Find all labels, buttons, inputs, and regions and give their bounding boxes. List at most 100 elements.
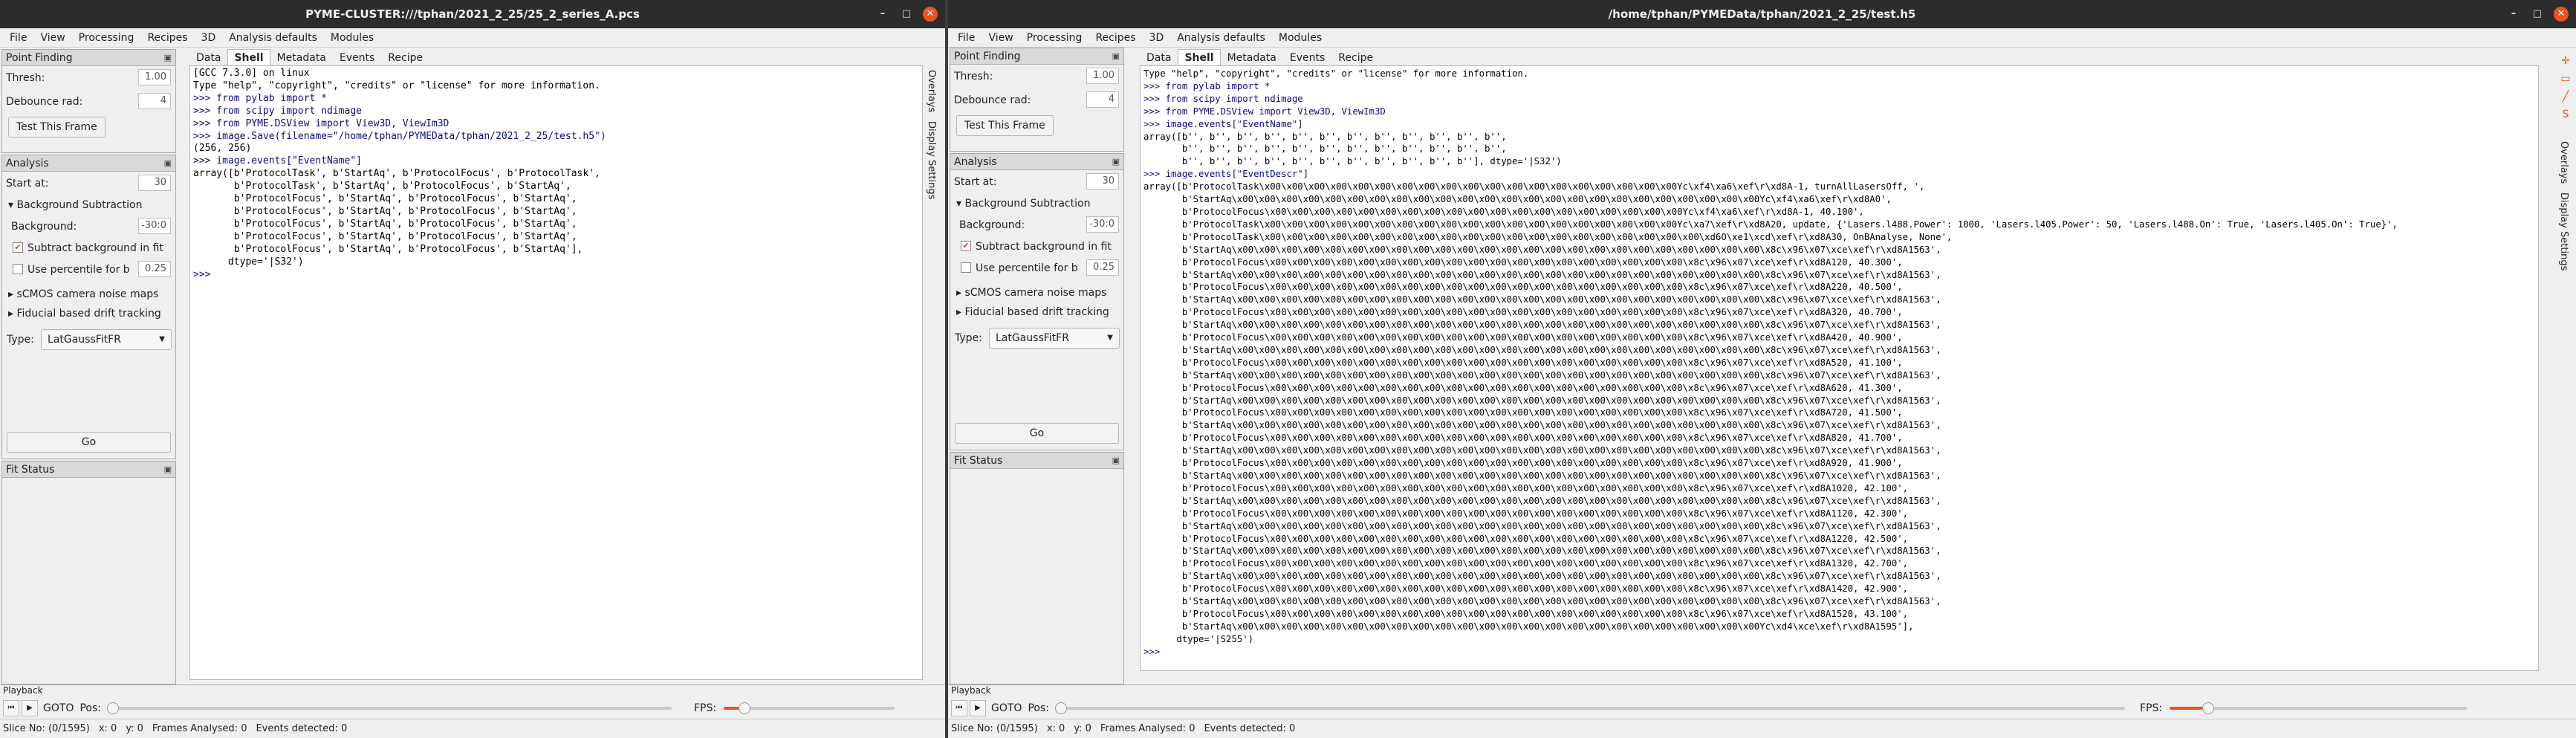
tab-metadata[interactable]: Metadata (270, 49, 333, 65)
subtract-bg-checkbox[interactable]: ✔ (961, 241, 971, 251)
start-input[interactable]: 30 (1086, 173, 1119, 190)
line-tool-icon[interactable]: ╱ (2557, 91, 2575, 109)
pin-icon[interactable]: ▣ (1112, 48, 1120, 65)
slider-handle[interactable] (2202, 702, 2215, 714)
tab-shell[interactable]: Shell (1178, 49, 1221, 65)
goto-button[interactable]: GOTO (991, 702, 1022, 714)
fit-status-panel: Fit Status ▣ (1, 461, 176, 684)
tab-data[interactable]: Data (1140, 49, 1178, 65)
tab-data[interactable]: Data (189, 49, 227, 65)
side-tabs: Overlays Display Settings (926, 65, 942, 204)
goto-button[interactable]: GOTO (43, 702, 74, 714)
menu-processing[interactable]: Processing (72, 32, 141, 44)
tab-overlays[interactable]: Overlays (926, 65, 937, 117)
window-title-bar[interactable]: PYME-CLUSTER:///tphan/2021_2_25/25_2_ser… (0, 0, 945, 28)
shell-line: array([b'ProtocolTask\x00\x00\x00\x00\x0… (1143, 181, 1925, 192)
scmos-toggle[interactable]: ▸ sCMOS camera noise maps (2, 285, 175, 304)
crosshair-icon[interactable]: ✛ (2557, 55, 2575, 73)
fit-type-select[interactable]: LatGaussFitFR ▼ (989, 328, 1120, 349)
tab-display-settings[interactable]: Display Settings (2558, 188, 2569, 275)
debounce-input[interactable]: 4 (138, 93, 171, 109)
play-icon[interactable]: ▶ (22, 700, 38, 716)
playback-panel: Playback ⏮ ▶ GOTO Pos: FPS: (948, 684, 2576, 719)
minimize-icon[interactable]: – (2506, 7, 2521, 22)
menu-analysis-defaults[interactable]: Analysis defaults (222, 32, 324, 44)
python-shell[interactable]: [GCC 7.3.0] on linux Type "help", "copyri… (189, 65, 923, 680)
percentile-input[interactable]: 0.25 (138, 261, 171, 277)
python-shell[interactable]: Type "help", "copyright", "credits" or "… (1140, 65, 2539, 671)
pin-icon[interactable]: ▣ (164, 155, 172, 172)
minimize-icon[interactable]: – (875, 7, 890, 22)
tab-overlays[interactable]: Overlays (2558, 137, 2569, 188)
slider-handle[interactable] (739, 702, 751, 714)
maximize-icon[interactable]: □ (2530, 7, 2545, 22)
bg-subtraction-toggle[interactable]: ▾ Background Subtraction (2, 195, 175, 215)
pin-icon[interactable]: ▣ (164, 462, 172, 478)
shell-line: b'ProtocolFocus', b'StartAq', b'Protocol… (193, 230, 577, 242)
menu-file[interactable]: File (3, 32, 33, 44)
shell-line: [GCC 7.3.0] on linux (193, 68, 310, 79)
shell-line: b'StartAq\x00\x00\x00\x00\x00\x00\x00\x0… (1143, 596, 1941, 607)
slice-status: Slice No: (0/1595) (951, 723, 1038, 734)
window-title-bar[interactable]: /home/tphan/PYMEData/tphan/2021_2_25/tes… (948, 0, 2576, 28)
tab-events[interactable]: Events (1283, 49, 1331, 65)
select-rect-icon[interactable]: ▭ (2557, 73, 2575, 91)
thresh-input[interactable]: 1.00 (138, 69, 171, 85)
menu-processing[interactable]: Processing (1020, 32, 1089, 44)
bg-subtraction-toggle[interactable]: ▾ Background Subtraction (950, 194, 1123, 213)
curve-tool-icon[interactable]: S (2557, 109, 2575, 126)
menu-3d[interactable]: 3D (1143, 32, 1171, 44)
menu-modules[interactable]: Modules (1272, 32, 1328, 44)
background-input[interactable]: -30:0 (1086, 216, 1119, 233)
fiducial-toggle[interactable]: ▸ Fiducial based drift tracking (950, 302, 1123, 322)
menu-file[interactable]: File (951, 32, 982, 44)
fps-slider[interactable] (724, 702, 895, 714)
tab-recipe[interactable]: Recipe (1331, 49, 1380, 65)
test-frame-button[interactable]: Test This Frame (956, 115, 1054, 136)
position-slider[interactable] (106, 702, 672, 714)
shell-line: b'ProtocolFocus', b'StartAq', b'Protocol… (193, 193, 577, 205)
shell-line: >>> from PYME.DSView import View3D, View… (1143, 106, 1386, 117)
pin-icon[interactable]: ▣ (1112, 154, 1120, 170)
skip-back-icon[interactable]: ⏮ (951, 700, 967, 716)
play-icon[interactable]: ▶ (970, 700, 986, 716)
menu-analysis-defaults[interactable]: Analysis defaults (1170, 32, 1272, 44)
thresh-input[interactable]: 1.00 (1086, 68, 1119, 84)
fiducial-toggle[interactable]: ▸ Fiducial based drift tracking (2, 304, 175, 323)
menu-view[interactable]: View (33, 32, 71, 44)
tab-metadata[interactable]: Metadata (1221, 49, 1283, 65)
menu-recipes[interactable]: Recipes (1089, 32, 1142, 44)
pin-icon[interactable]: ▣ (164, 50, 172, 66)
slider-handle[interactable] (1054, 702, 1067, 714)
menu-recipes[interactable]: Recipes (140, 32, 194, 44)
close-icon[interactable]: ✕ (923, 7, 938, 22)
skip-back-icon[interactable]: ⏮ (3, 700, 19, 716)
shell-line: b'', b'', b'', b'', b'', b'', b'', b'', … (1143, 143, 1507, 155)
slider-handle[interactable] (106, 702, 119, 714)
position-slider[interactable] (1054, 702, 2125, 714)
percentile-checkbox[interactable] (961, 262, 971, 273)
pin-icon[interactable]: ▣ (1112, 453, 1120, 469)
tab-events[interactable]: Events (333, 49, 381, 65)
go-button[interactable]: Go (7, 432, 171, 453)
tab-recipe[interactable]: Recipe (381, 49, 429, 65)
shell-line: >>> (1143, 646, 1161, 657)
menu-3d[interactable]: 3D (195, 32, 223, 44)
percentile-input[interactable]: 0.25 (1086, 259, 1119, 276)
tab-display-settings[interactable]: Display Settings (926, 117, 937, 204)
debounce-input[interactable]: 4 (1086, 91, 1119, 108)
close-icon[interactable]: ✕ (2554, 7, 2569, 22)
menu-modules[interactable]: Modules (324, 32, 380, 44)
menu-view[interactable]: View (982, 32, 1019, 44)
tab-shell[interactable]: Shell (227, 49, 270, 65)
background-input[interactable]: -30:0 (138, 218, 171, 234)
maximize-icon[interactable]: □ (899, 7, 914, 22)
subtract-bg-checkbox[interactable]: ✔ (13, 242, 23, 253)
fps-slider[interactable] (2170, 702, 2468, 714)
test-frame-button[interactable]: Test This Frame (8, 117, 106, 137)
go-button[interactable]: Go (955, 423, 1119, 444)
start-input[interactable]: 30 (138, 175, 171, 191)
fit-type-select[interactable]: LatGaussFitFR ▼ (41, 329, 172, 350)
scmos-toggle[interactable]: ▸ sCMOS camera noise maps (950, 283, 1123, 302)
percentile-checkbox[interactable] (13, 264, 23, 274)
